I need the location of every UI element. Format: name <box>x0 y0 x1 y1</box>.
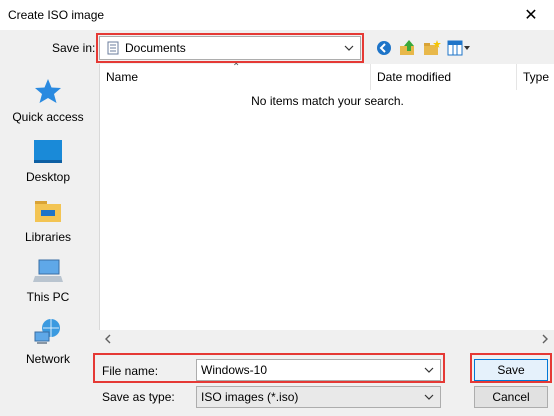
window-title: Create ISO image <box>8 8 105 22</box>
file-list[interactable]: ⌃ Name Date modified Type No items match… <box>99 62 554 344</box>
file-name-input[interactable]: Windows-10 <box>196 359 441 381</box>
place-network[interactable]: Network <box>0 316 96 374</box>
toolbar <box>374 38 472 58</box>
save-in-dropdown[interactable]: Documents <box>96 33 364 63</box>
save-as-type-label: Save as type: <box>102 390 175 404</box>
empty-message: No items match your search. <box>251 94 404 108</box>
save-button[interactable]: Save <box>474 359 548 381</box>
column-header-type[interactable]: Type <box>517 64 554 90</box>
file-name-value: Windows-10 <box>201 363 268 377</box>
desktop-icon <box>34 140 62 163</box>
save-in-label: Save in: <box>52 41 96 55</box>
places-bar: Quick access Desktop Libraries This PC N… <box>0 64 96 366</box>
title-bar: Create ISO image ✕ <box>0 0 554 30</box>
place-label: Quick access <box>12 110 84 124</box>
save-as-type-value: ISO images (*.iso) <box>201 390 299 404</box>
chevron-down-icon <box>344 45 354 51</box>
libraries-icon <box>35 201 61 222</box>
place-label: This PC <box>26 290 70 304</box>
cancel-button[interactable]: Cancel <box>474 386 548 408</box>
place-quick-access[interactable]: Quick access <box>0 76 96 134</box>
place-desktop[interactable]: Desktop <box>0 136 96 194</box>
place-this-pc[interactable]: This PC <box>0 256 96 314</box>
file-name-label: File name: <box>102 364 159 378</box>
scroll-right-icon[interactable] <box>536 330 554 348</box>
close-icon: ✕ <box>524 7 538 24</box>
documents-folder-icon <box>107 41 119 55</box>
up-folder-icon[interactable] <box>398 38 418 58</box>
place-label: Network <box>25 352 70 366</box>
scroll-left-icon[interactable] <box>99 330 117 348</box>
horizontal-scrollbar[interactable] <box>99 330 554 348</box>
place-label: Libraries <box>24 230 72 244</box>
column-header-name[interactable]: Name <box>100 64 370 90</box>
save-as-type-dropdown[interactable]: ISO images (*.iso) <box>196 386 441 408</box>
view-menu-icon[interactable] <box>446 38 472 58</box>
computer-icon <box>33 259 63 282</box>
back-icon[interactable] <box>374 38 394 58</box>
chevron-down-icon[interactable] <box>422 363 436 377</box>
star-icon <box>35 79 61 103</box>
save-in-value: Documents <box>125 41 186 55</box>
chevron-down-icon <box>424 394 434 400</box>
place-libraries[interactable]: Libraries <box>0 196 96 254</box>
new-folder-icon[interactable] <box>422 38 442 58</box>
place-label: Desktop <box>25 170 71 184</box>
column-header-date-modified[interactable]: Date modified <box>371 64 516 90</box>
close-button[interactable]: ✕ <box>508 0 554 30</box>
network-icon <box>34 319 60 344</box>
